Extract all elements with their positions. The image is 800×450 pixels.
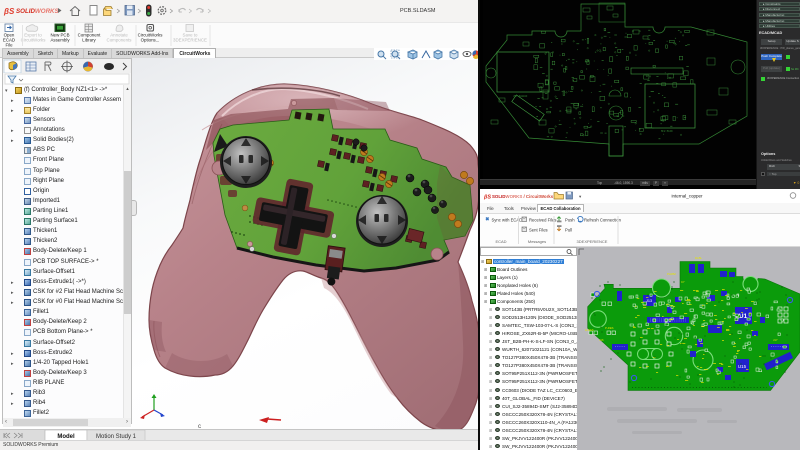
svg-text:SOLIDWORKS / CircuitWorks: SOLIDWORKS / CircuitWorks	[492, 194, 554, 199]
svg-text:J13: J13	[646, 299, 652, 303]
svg-text:βS: βS	[3, 7, 15, 16]
svg-text:Components: Components	[107, 38, 133, 43]
svg-text:3DEXPERIENCE: 3DEXPERIENCE	[173, 38, 207, 43]
svg-text:J17: J17	[773, 338, 778, 342]
svg-text:c: c	[198, 424, 201, 429]
svg-text:▾: ▾	[579, 194, 582, 199]
svg-text:U15: U15	[738, 364, 747, 369]
svg-text:RLBL: RLBL	[695, 256, 702, 260]
svg-text:Pull: Pull	[565, 228, 572, 233]
svg-text:βS: βS	[483, 195, 491, 201]
svg-text:Push: Push	[565, 218, 575, 223]
svg-text:Options...: Options...	[141, 38, 160, 43]
svg-text:J16: J16	[599, 338, 604, 342]
svg-text:File: File	[5, 43, 13, 48]
svg-text:PCB.SLDASM: PCB.SLDASM	[400, 8, 436, 14]
svg-text:Library: Library	[82, 38, 96, 43]
svg-text:H-RES: H-RES	[585, 328, 594, 332]
svg-text:Received Files: Received Files	[529, 218, 556, 223]
svg-text:Sent Files: Sent Files	[529, 228, 548, 233]
svg-text:Assembly: Assembly	[50, 38, 70, 43]
svg-text:3DEXPERIENCE: 3DEXPERIENCE	[577, 239, 608, 244]
svg-text:PLRB2: PLRB2	[667, 272, 676, 276]
svg-text:JST PH2023: JST PH2023	[513, 95, 528, 98]
svg-text:ECAD: ECAD	[495, 239, 506, 244]
svg-text:SOLIDWORKS: SOLIDWORKS	[16, 8, 60, 15]
svg-text:Sync with ECAD: Sync with ECAD	[492, 218, 523, 223]
svg-text:Messages: Messages	[528, 239, 546, 244]
svg-text:C7: C7	[681, 280, 685, 284]
svg-text:Refresh Connection: Refresh Connection	[584, 218, 622, 223]
svg-text:CircuitWorks: CircuitWorks	[21, 38, 47, 43]
svg-text:P-RES: P-RES	[605, 326, 614, 330]
svg-text:MCU MAIN: MCU MAIN	[661, 130, 673, 133]
svg-text:internal_copper: internal_copper	[671, 194, 703, 199]
